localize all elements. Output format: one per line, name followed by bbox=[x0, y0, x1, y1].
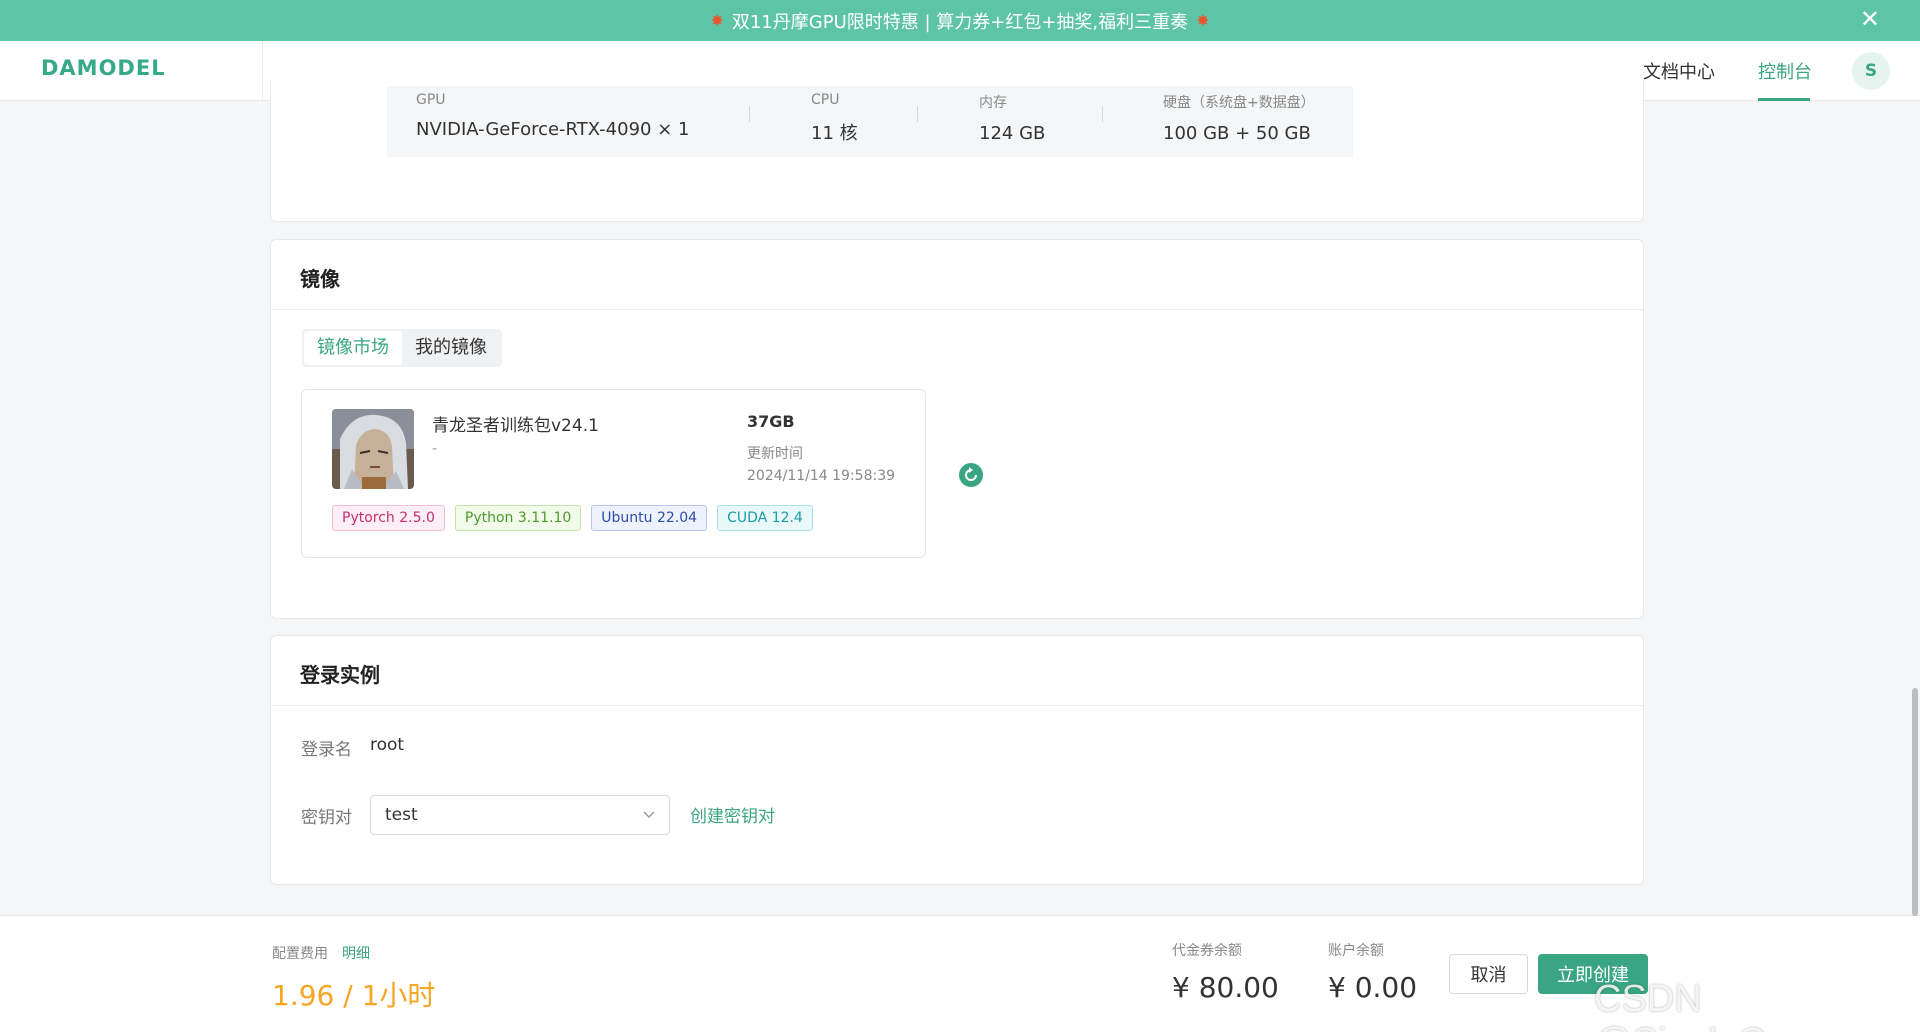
logo[interactable]: DAMODEL bbox=[41, 56, 166, 80]
section-title: 登录实例 bbox=[300, 663, 380, 687]
refresh-icon[interactable] bbox=[958, 462, 984, 488]
image-size: 37GB bbox=[747, 412, 795, 431]
image-description: - bbox=[432, 441, 438, 457]
account-balance-value: ¥ 0.00 bbox=[1328, 971, 1418, 1004]
create-now-button[interactable]: 立即创建 bbox=[1538, 954, 1648, 994]
nav-console-link[interactable]: 控制台 bbox=[1758, 58, 1812, 84]
divider bbox=[749, 106, 750, 122]
avatar[interactable]: S bbox=[1852, 52, 1890, 90]
tab-my-images[interactable]: 我的镜像 bbox=[402, 331, 500, 365]
spec-value: 124 GB bbox=[979, 123, 1046, 144]
tab-image-market[interactable]: 镜像市场 bbox=[304, 331, 402, 365]
promo-banner: ✸ 双11丹摩GPU限时特惠 | 算力券+红包+抽奖,福利三重奏 ✸ ✕ bbox=[0, 0, 1920, 41]
divider bbox=[917, 106, 918, 122]
chevron-down-icon bbox=[643, 811, 655, 819]
spec-value: NVIDIA-GeForce-RTX-4090 × 1 bbox=[416, 119, 690, 140]
spec-disk: 硬盘（系统盘+数据盘） 100 GB + 50 GB bbox=[1163, 92, 1315, 144]
keypair-selected-value: test bbox=[385, 805, 418, 825]
spec-label: 内存 bbox=[979, 95, 1007, 111]
voucher-balance-label: 代金券余额 bbox=[1172, 943, 1242, 959]
create-keypair-link[interactable]: 创建密钥对 bbox=[690, 802, 775, 827]
tag-cuda: CUDA 12.4 bbox=[717, 505, 813, 531]
divider bbox=[262, 41, 263, 101]
tag-ubuntu: Ubuntu 22.04 bbox=[591, 505, 708, 531]
image-card: 镜像 镜像市场 我的镜像 青龙圣者训练包v24.1 - 37GB 更新时间 20… bbox=[270, 239, 1644, 619]
updated-time: 2024/11/14 19:58:39 bbox=[747, 468, 896, 484]
spec-value: 100 GB + 50 GB bbox=[1163, 123, 1311, 144]
spec-label: CPU bbox=[811, 92, 840, 108]
image-tags: Pytorch 2.5.0 Python 3.11.10 Ubuntu 22.0… bbox=[332, 505, 813, 531]
image-thumbnail bbox=[332, 409, 414, 489]
spec-memory: 内存 124 GB bbox=[979, 92, 1045, 144]
cancel-button[interactable]: 取消 bbox=[1449, 954, 1528, 994]
divider bbox=[271, 309, 1643, 310]
footer-bar: 配置费用 明细 1.96 / 1小时 代金券余额 ¥ 80.00 账户余额 ¥ … bbox=[0, 915, 1920, 1032]
spec-gpu: GPU NVIDIA-GeForce-RTX-4090 × 1 bbox=[416, 92, 689, 140]
spec-cpu: CPU 11 核 bbox=[811, 92, 858, 145]
fee-value: 1.96 / 1小时 bbox=[272, 979, 436, 1012]
section-title: 镜像 bbox=[300, 267, 340, 291]
login-card: 登录实例 登录名 root 密钥对 test 创建密钥对 bbox=[270, 635, 1644, 885]
image-item[interactable]: 青龙圣者训练包v24.1 - 37GB 更新时间 2024/11/14 19:5… bbox=[301, 389, 926, 558]
spec-label: GPU bbox=[416, 92, 446, 108]
spec-box: GPU NVIDIA-GeForce-RTX-4090 × 1 CPU 11 核… bbox=[387, 86, 1353, 157]
spec-value: 11 核 bbox=[811, 123, 858, 144]
nav-docs-link[interactable]: 文档中心 bbox=[1643, 58, 1715, 84]
fee-label: 配置费用 bbox=[272, 946, 328, 962]
username-label: 登录名 bbox=[301, 740, 352, 760]
image-tabs: 镜像市场 我的镜像 bbox=[302, 329, 502, 367]
tag-python: Python 3.11.10 bbox=[454, 505, 582, 531]
promo-banner-text[interactable]: 双11丹摩GPU限时特惠 | 算力券+红包+抽奖,福利三重奏 bbox=[732, 8, 1188, 34]
firework-icon: ✸ bbox=[1196, 11, 1210, 30]
spec-label: 硬盘（系统盘+数据盘） bbox=[1163, 95, 1315, 111]
image-name: 青龙圣者训练包v24.1 bbox=[432, 416, 599, 436]
updated-label: 更新时间 bbox=[747, 446, 803, 462]
scrollbar[interactable] bbox=[1912, 688, 1918, 916]
divider bbox=[271, 705, 1643, 706]
close-icon[interactable]: ✕ bbox=[1860, 7, 1880, 31]
firework-icon: ✸ bbox=[710, 11, 724, 30]
keypair-select[interactable]: test bbox=[370, 795, 670, 835]
config-card: GPU NVIDIA-GeForce-RTX-4090 × 1 CPU 11 核… bbox=[270, 80, 1644, 222]
fee-detail-link[interactable]: 明细 bbox=[342, 943, 370, 963]
divider bbox=[1102, 106, 1103, 122]
keypair-label: 密钥对 bbox=[301, 808, 352, 828]
account-balance-label: 账户余额 bbox=[1328, 943, 1384, 959]
tag-pytorch: Pytorch 2.5.0 bbox=[332, 505, 445, 531]
active-nav-indicator bbox=[1758, 98, 1810, 101]
voucher-balance-value: ¥ 80.00 bbox=[1172, 971, 1279, 1004]
username-value: root bbox=[370, 735, 405, 755]
